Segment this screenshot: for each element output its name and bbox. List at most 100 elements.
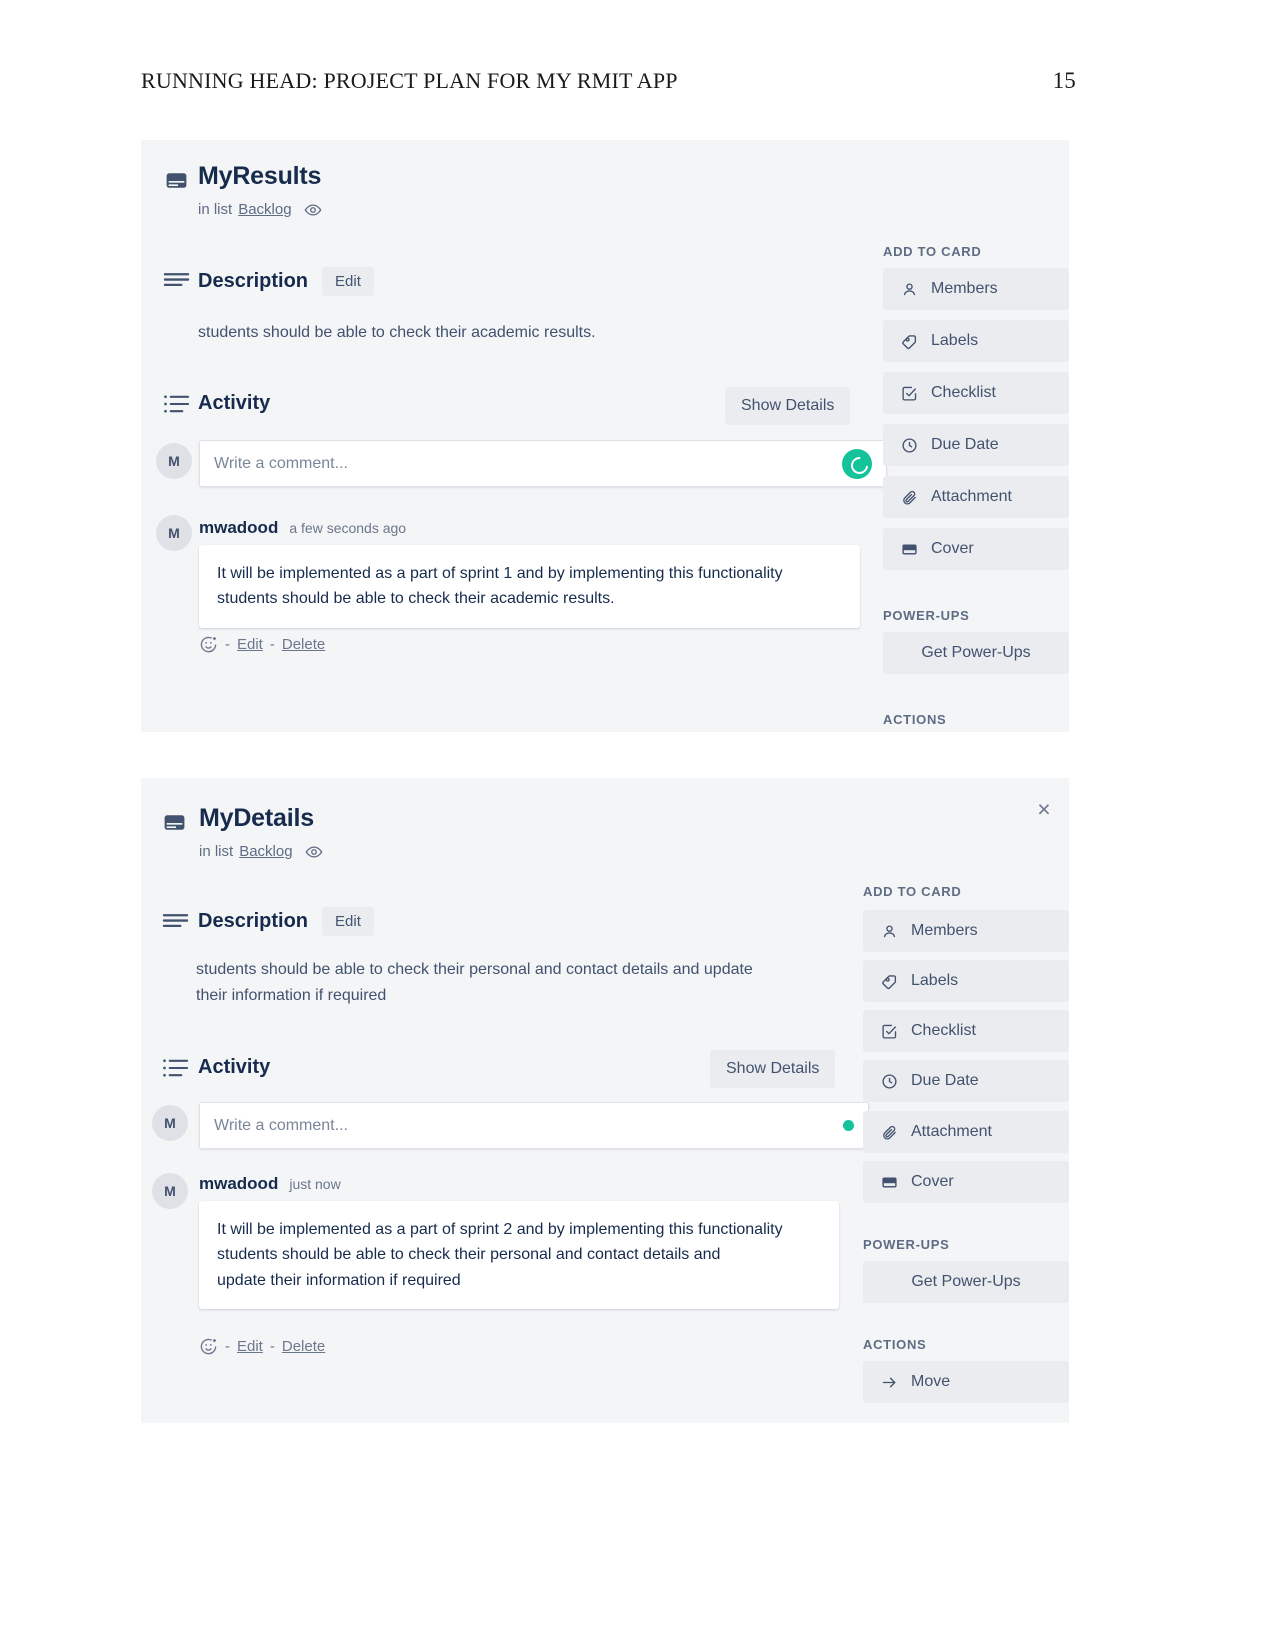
comment-input-placeholder: Write a comment... <box>214 454 348 472</box>
card-detail-myresults: MyResults in list Backlog Description Ed… <box>141 140 1069 732</box>
description-text: students should be able to check their a… <box>198 324 596 341</box>
document-page: RUNNING HEAD: PROJECT PLAN FOR MY RMIT A… <box>0 0 1275 1651</box>
checkbox-icon <box>880 1023 898 1040</box>
sidebar-item-label: Labels <box>911 972 959 989</box>
add-to-card-heading: ADD TO CARD <box>863 884 962 899</box>
comment-body-line-2: update their information if required <box>217 1271 461 1289</box>
grammarly-dot-icon[interactable] <box>843 1120 854 1131</box>
card-list-info: in list Backlog <box>198 201 322 219</box>
comment-input[interactable]: Write a comment... <box>199 1102 869 1149</box>
description-icon <box>163 271 190 291</box>
activity-icon <box>163 393 190 415</box>
comment-edit-link[interactable]: Edit <box>237 636 263 653</box>
arrow-right-icon <box>880 1374 898 1391</box>
sidebar-item-due-date[interactable]: Due Date <box>883 424 1069 466</box>
sidebar-item-label: Get Power-Ups <box>921 644 1031 661</box>
comment-body: It will be implemented as a part of spri… <box>199 545 860 628</box>
description-icon <box>162 912 189 932</box>
comment-author-line: mwadood just now <box>199 1174 341 1194</box>
list-name-link[interactable]: Backlog <box>239 843 292 860</box>
avatar[interactable]: M <box>156 515 192 551</box>
running-head-title: RUNNING HEAD: PROJECT PLAN FOR MY RMIT A… <box>141 68 678 93</box>
paperclip-icon <box>880 1124 898 1141</box>
comment-delete-link[interactable]: Delete <box>282 636 325 653</box>
checkbox-icon <box>900 385 918 402</box>
close-icon[interactable]: × <box>1033 798 1055 821</box>
sidebar-item-checklist[interactable]: Checklist <box>883 372 1069 414</box>
card-icon <box>164 168 189 193</box>
sidebar-item-labels[interactable]: Labels <box>863 960 1069 1002</box>
add-to-card-heading: ADD TO CARD <box>883 244 982 259</box>
sidebar-item-cover[interactable]: Cover <box>863 1161 1069 1203</box>
sidebar-item-label: Attachment <box>911 1123 992 1140</box>
comment-edit-link[interactable]: Edit <box>237 1338 263 1355</box>
actions-heading: ACTIONS <box>863 1337 927 1352</box>
comment-timestamp: a few seconds ago <box>289 520 407 536</box>
description-edit-button[interactable]: Edit <box>322 907 374 936</box>
eye-icon[interactable] <box>304 201 322 219</box>
comment-author: mwadood <box>199 518 279 537</box>
description-header: Description Edit <box>198 907 374 936</box>
comment-actions-sep-1: - <box>225 636 230 653</box>
paperclip-icon <box>900 489 918 506</box>
card-header: MyDetails in list Backlog <box>199 804 323 861</box>
power-ups-heading: POWER-UPS <box>883 608 970 623</box>
comment-actions-sep-2: - <box>269 636 275 653</box>
avatar[interactable]: M <box>152 1173 188 1209</box>
sidebar-item-cover[interactable]: Cover <box>883 528 1069 570</box>
sidebar-item-label: Cover <box>911 1173 954 1190</box>
activity-header: Activity <box>198 1056 270 1079</box>
comment-actions-sep-1: - <box>225 1338 230 1355</box>
avatar[interactable]: M <box>152 1105 188 1141</box>
show-details-button[interactable]: Show Details <box>710 1050 836 1088</box>
sidebar-item-members[interactable]: Members <box>863 910 1069 952</box>
card-title: MyDetails <box>199 804 314 832</box>
sidebar-item-label: Due Date <box>931 436 999 453</box>
add-reaction-icon[interactable] <box>199 1337 218 1356</box>
comment-body-line-1: It will be implemented as a part of spri… <box>217 1221 783 1264</box>
comment-actions: - Edit - Delete <box>199 635 325 654</box>
sidebar-item-label: Checklist <box>911 1022 976 1039</box>
description-title: Description <box>198 270 309 292</box>
page-number: 15 <box>1052 68 1076 93</box>
comment-delete-link[interactable]: Delete <box>282 1338 325 1355</box>
person-icon <box>900 281 918 298</box>
card-title: MyResults <box>198 162 322 190</box>
description-text: students should be able to check their p… <box>196 961 753 1004</box>
get-power-ups-button[interactable]: Get Power-Ups <box>863 1261 1069 1303</box>
card-detail-mydetails: × MyDetails in list Backlog Description … <box>141 778 1069 1423</box>
sidebar-item-due-date[interactable]: Due Date <box>863 1060 1069 1102</box>
tag-icon <box>900 333 918 350</box>
trello-card-screenshot-myresults: MyResults in list Backlog Description Ed… <box>141 140 1069 732</box>
sidebar-item-labels[interactable]: Labels <box>883 320 1069 362</box>
activity-title: Activity <box>198 392 271 414</box>
power-ups-heading: POWER-UPS <box>863 1237 950 1252</box>
in-list-label: in list <box>199 843 234 860</box>
add-reaction-icon[interactable] <box>199 635 218 654</box>
description-edit-button[interactable]: Edit <box>322 267 374 296</box>
activity-title: Activity <box>198 1056 271 1078</box>
activity-icon <box>162 1057 189 1079</box>
comment-actions-sep-2: - <box>269 1338 275 1355</box>
comment-input[interactable]: Write a comment... <box>199 440 887 487</box>
description-header: Description Edit <box>198 267 374 296</box>
grammarly-icon[interactable] <box>842 448 872 479</box>
eye-icon[interactable] <box>305 843 323 861</box>
sidebar-item-label: Get Power-Ups <box>911 1273 1021 1290</box>
sidebar-item-attachment[interactable]: Attachment <box>863 1111 1069 1153</box>
sidebar-item-move[interactable]: Move <box>863 1361 1069 1403</box>
list-name-link[interactable]: Backlog <box>238 201 291 218</box>
sidebar-item-label: Members <box>931 280 998 297</box>
sidebar-item-label: Due Date <box>911 1072 979 1089</box>
avatar[interactable]: M <box>156 443 192 479</box>
get-power-ups-button[interactable]: Get Power-Ups <box>883 632 1069 674</box>
sidebar-item-checklist[interactable]: Checklist <box>863 1010 1069 1052</box>
show-details-button[interactable]: Show Details <box>725 387 851 425</box>
clock-icon <box>880 1073 898 1090</box>
activity-header: Activity <box>198 392 270 415</box>
comment-timestamp: just now <box>289 1176 341 1192</box>
comment-input-placeholder: Write a comment... <box>214 1116 348 1134</box>
sidebar-item-members[interactable]: Members <box>883 268 1069 310</box>
sidebar-item-attachment[interactable]: Attachment <box>883 476 1069 518</box>
in-list-label: in list <box>198 201 233 218</box>
